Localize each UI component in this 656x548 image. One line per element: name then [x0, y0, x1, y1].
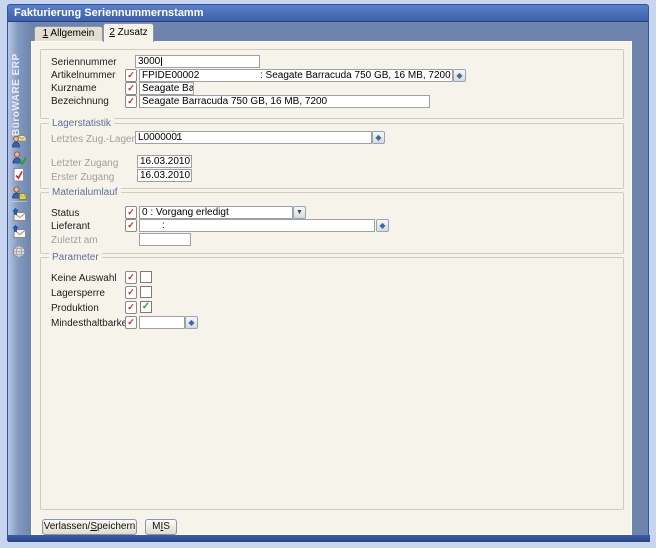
materialumlauf-title: Materialumlauf	[49, 187, 121, 198]
save-button-accel: S	[90, 521, 97, 532]
lieferant-check-button[interactable]: ✓	[125, 219, 137, 232]
letztes-zug-lager-input[interactable]: L0000001 :	[135, 131, 372, 144]
seriennummer-value: 3000	[138, 56, 160, 67]
mail-send-icon-2[interactable]	[11, 225, 27, 241]
keine-auswahl-label: Keine Auswahl	[51, 273, 117, 284]
keine-auswahl-checkbox[interactable]	[140, 271, 152, 283]
lieferant-label: Lieferant	[51, 221, 90, 232]
artikelnummer-spinner-button[interactable]: ◆	[453, 69, 466, 82]
kurzname-input[interactable]: Seagate Ba	[139, 82, 194, 95]
contact-mail-icon[interactable]	[11, 133, 27, 149]
zuletzt-am-input[interactable]	[139, 233, 191, 246]
letzter-zugang-label: Letzter Zugang	[51, 158, 118, 169]
lagersperre-checkbox[interactable]	[140, 286, 152, 298]
save-button-text-post: peichern	[97, 521, 135, 532]
letzter-zugang-input[interactable]: 16.03.2010 /Di	[137, 155, 192, 168]
icon-group-divider	[11, 201, 27, 202]
artikelnummer-label: Artikelnummer	[51, 70, 115, 81]
lieferant-sep: :	[162, 220, 165, 231]
text-caret	[161, 57, 162, 66]
desktop-frame: Fakturierung Seriennummernstamm BüroWARE…	[0, 0, 656, 548]
produktion-checkbox[interactable]: ✓	[140, 301, 152, 313]
tab-zusatz-label: Zusatz	[115, 27, 148, 38]
mis-button-text-post: S	[163, 521, 170, 532]
seriennummer-label: Seriennummer	[51, 57, 117, 68]
lieferant-spinner-button[interactable]: ◆	[376, 219, 389, 232]
tab-content-panel: Seriennummer Artikelnummer Kurzname Beze…	[31, 41, 632, 535]
mindesthaltbarkeit-label: Mindesthaltbarkeit	[51, 318, 132, 329]
sidebar: BüroWARE ERP	[8, 22, 31, 535]
produktion-check-button[interactable]: ✓	[125, 301, 137, 314]
brand-logo: BüroWARE ERP	[11, 46, 27, 136]
artikelnummer-desc: : Seagate Barracuda 750 GB, 16 MB, 7200	[260, 70, 451, 81]
status-check-button[interactable]: ✓	[125, 206, 137, 219]
letztes-zug-lager-spinner-button[interactable]: ◆	[372, 131, 385, 144]
artikelnummer-code: FPIDE00002	[142, 70, 199, 81]
window-title: Fakturierung Seriennummernstamm	[14, 7, 204, 19]
mindesthaltbarkeit-check-button[interactable]: ✓	[125, 316, 137, 329]
erster-zugang-input[interactable]: 16.03.2010 /Di	[137, 169, 192, 182]
tab-allgemein-label: Allgemein	[48, 28, 94, 39]
document-check-icon[interactable]	[11, 167, 27, 183]
keine-auswahl-check-button[interactable]: ✓	[125, 271, 137, 284]
lagerstatistik-title: Lagerstatistik	[49, 118, 114, 129]
app-window: Fakturierung Seriennummernstamm BüroWARE…	[7, 4, 649, 541]
kurzname-label: Kurzname	[51, 83, 97, 94]
artikelnummer-check-button[interactable]: ✓	[125, 69, 137, 82]
mis-button[interactable]: MIS	[145, 519, 177, 535]
bezeichnung-input[interactable]: Seagate Barracuda 750 GB, 16 MB, 7200	[139, 95, 430, 108]
lieferant-input[interactable]: :	[139, 219, 375, 232]
lagersperre-check-button[interactable]: ✓	[125, 286, 137, 299]
kurzname-check-button[interactable]: ✓	[125, 82, 137, 95]
tab-zusatz[interactable]: 2 Zusatz	[103, 23, 154, 42]
verlassen-speichern-button[interactable]: Verlassen/Speichern	[42, 519, 137, 535]
parameter-title: Parameter	[49, 252, 102, 263]
save-button-text-pre: Verlassen/	[44, 521, 91, 532]
status-label: Status	[51, 208, 79, 219]
contact-save-icon[interactable]	[11, 185, 27, 201]
status-combobox[interactable]: 0 : Vorgang erledigt	[139, 206, 293, 219]
seriennummer-input[interactable]: 3000	[135, 55, 260, 68]
letztes-zug-lager-label: Letztes Zug.-Lager	[51, 134, 135, 145]
window-titlebar[interactable]: Fakturierung Seriennummernstamm	[8, 5, 648, 22]
mindesthaltbarkeit-input[interactable]	[139, 316, 185, 329]
erster-zugang-label: Erster Zugang	[51, 172, 114, 183]
window-bottom-bar	[8, 535, 650, 542]
bezeichnung-check-button[interactable]: ✓	[125, 95, 137, 108]
artikelnummer-input[interactable]: FPIDE00002 : Seagate Barracuda 750 GB, 1…	[139, 69, 453, 82]
status-dropdown-button[interactable]: ▼	[293, 206, 306, 219]
bezeichnung-label: Bezeichnung	[51, 96, 109, 107]
contact-check-icon[interactable]	[11, 150, 27, 166]
letztes-zug-lager-sep: :	[176, 132, 179, 143]
mail-send-icon[interactable]	[11, 208, 27, 224]
produktion-label: Produktion	[51, 303, 99, 314]
lagersperre-label: Lagersperre	[51, 288, 105, 299]
tab-allgemein[interactable]: 1 Allgemein	[34, 26, 103, 41]
zuletzt-am-label: Zuletzt am	[51, 235, 98, 246]
mindesthaltbarkeit-spinner-button[interactable]: ◆	[185, 316, 198, 329]
globe-icon[interactable]	[11, 243, 27, 259]
